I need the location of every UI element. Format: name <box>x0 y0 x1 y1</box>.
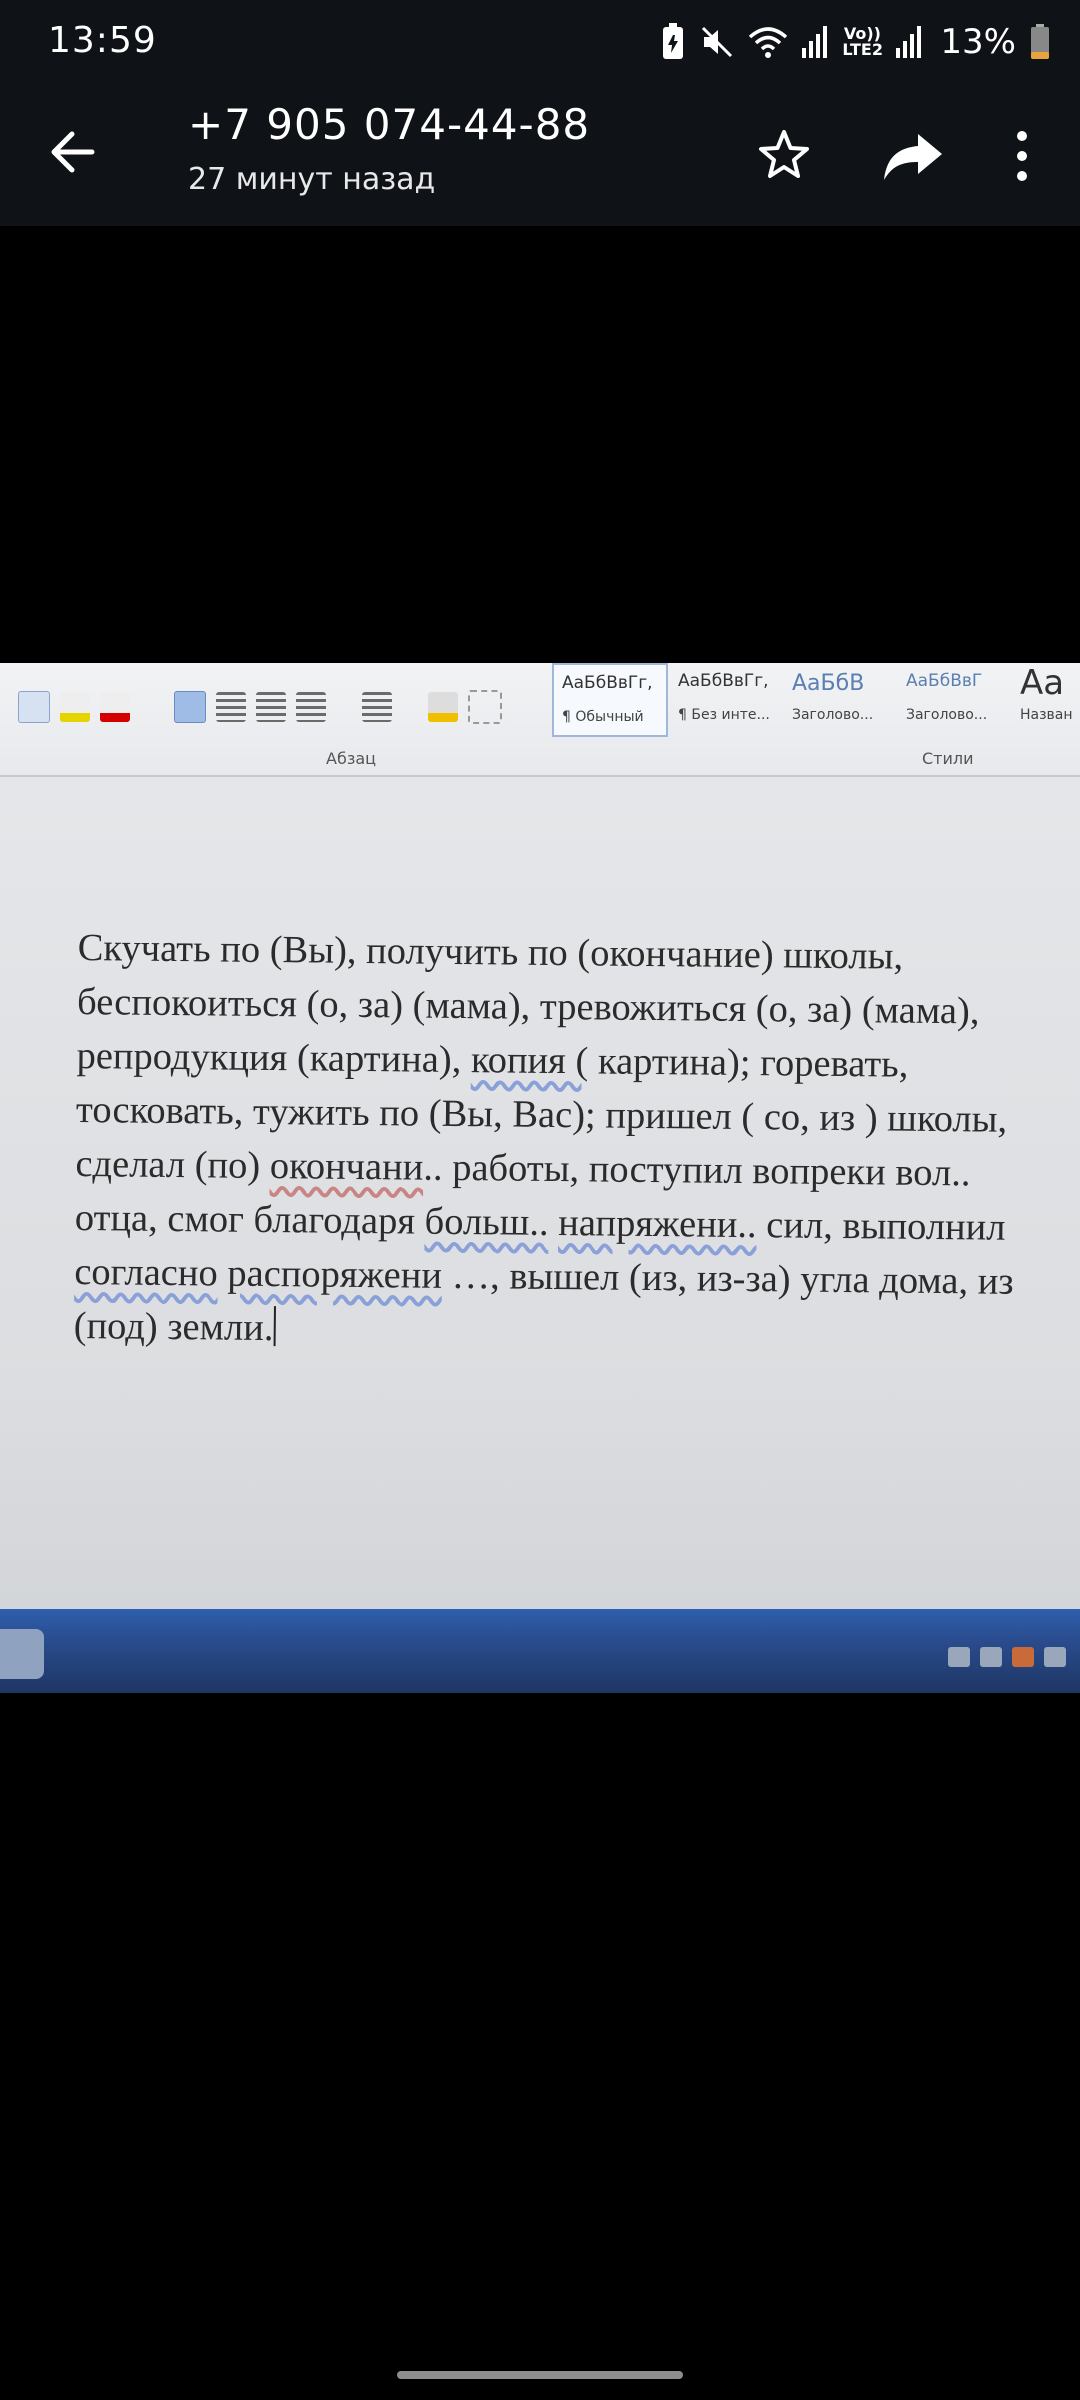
status-bar: 13:59 Vo)) LTE2 13% <box>0 0 1080 84</box>
align-left-icon <box>174 691 206 723</box>
start-button <box>0 1629 44 1679</box>
star-button[interactable] <box>752 124 816 188</box>
highlight-icon <box>60 692 90 722</box>
shading-icon <box>428 692 458 722</box>
text-cursor <box>273 1306 276 1347</box>
timestamp-subtitle: 27 минут назад <box>188 162 436 197</box>
borders-icon <box>468 690 502 724</box>
text-effects-icon <box>18 691 50 723</box>
ribbon-toolbar <box>18 687 502 727</box>
word-ribbon: Абзац Стили АаБбВвГг, ¶ Обычный АаБбВвГг… <box>0 663 1080 777</box>
star-icon <box>759 130 809 178</box>
home-indicator[interactable] <box>397 2371 683 2379</box>
tray-icon <box>1044 1647 1066 1667</box>
clock: 13:59 <box>48 20 157 61</box>
style-tile: АаБбВвГ Заголово... <box>906 671 988 723</box>
ribbon-group-paragraph: Абзац <box>326 749 377 768</box>
more-options-button[interactable] <box>1000 124 1044 188</box>
align-right-icon <box>256 692 286 722</box>
battery-percent: 13% <box>940 22 1016 62</box>
style-tile: АаБбВ Заголово... <box>792 671 874 723</box>
mute-icon <box>700 25 734 59</box>
tray-icon <box>948 1647 970 1667</box>
wifi-icon <box>748 25 788 59</box>
font-color-icon <box>100 692 130 722</box>
status-icons: Vo)) LTE2 13% <box>660 18 1050 66</box>
share-button[interactable] <box>878 124 948 188</box>
tray-icon <box>1012 1647 1034 1667</box>
back-arrow-icon <box>51 131 95 173</box>
message-photo[interactable]: Абзац Стили АаБбВвГг, ¶ Обычный АаБбВвГг… <box>0 663 1080 1693</box>
system-tray <box>948 1647 1066 1667</box>
align-center-icon <box>216 692 246 722</box>
ribbon-group-styles: Стили <box>922 749 974 768</box>
windows-taskbar <box>0 1609 1080 1693</box>
style-tile: АаБбВвГг, ¶ Обычный <box>552 663 668 737</box>
app-header: +7 905 074-44-88 27 минут назад <box>0 84 1080 226</box>
network-type-label: Vo)) LTE2 <box>842 24 883 59</box>
styles-gallery: АаБбВвГг, ¶ Обычный АаБбВвГг, ¶ Без инте… <box>552 663 1073 737</box>
style-tile: АаБбВвГг, ¶ Без инте... <box>678 671 770 723</box>
signal-icon <box>802 26 828 58</box>
signal-icon <box>896 26 922 58</box>
more-vertical-icon <box>1017 131 1027 181</box>
style-tile: Аа Назван <box>1020 663 1073 723</box>
battery-icon <box>1030 24 1050 60</box>
justify-icon <box>296 692 326 722</box>
tray-icon <box>980 1647 1002 1667</box>
document-text: Скучать по (Вы), получить по (окончание)… <box>73 926 1014 1350</box>
contact-title: +7 905 074-44-88 <box>188 100 591 149</box>
back-button[interactable] <box>42 120 106 184</box>
share-icon <box>884 134 942 180</box>
line-spacing-icon <box>362 692 392 722</box>
battery-saver-icon <box>660 23 686 61</box>
